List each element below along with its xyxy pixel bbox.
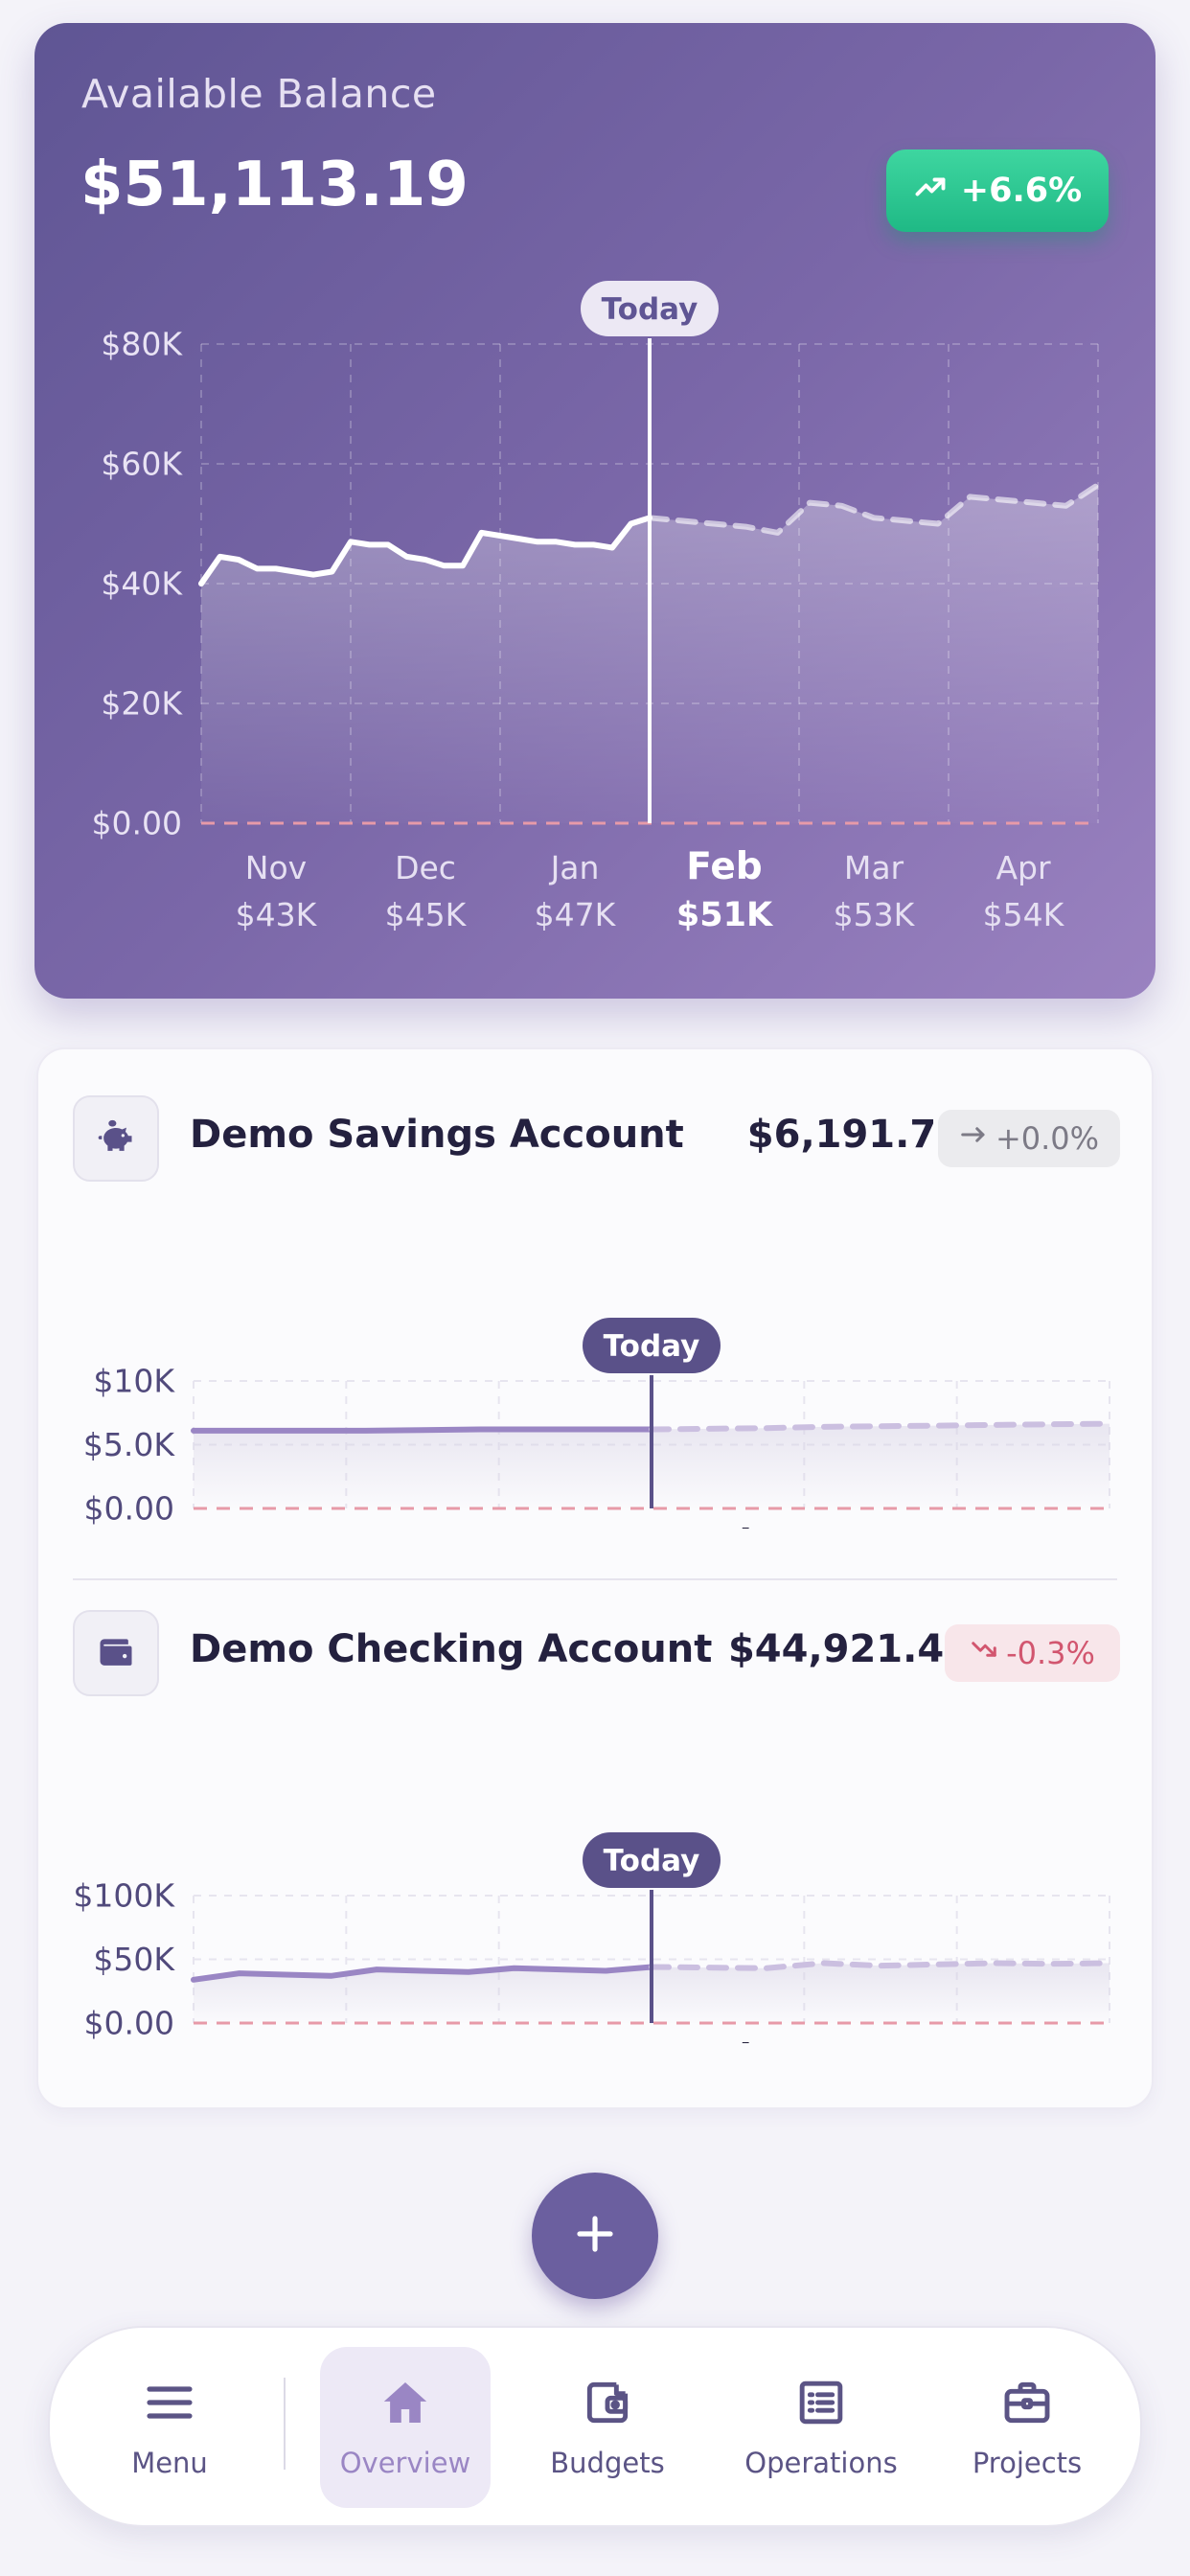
x-tick-label: Apr <box>995 849 1051 886</box>
home-icon <box>383 2382 427 2423</box>
y-tick-label: $5.0K <box>83 1426 175 1463</box>
y-tick-label: $10K <box>93 1363 175 1400</box>
account-name: Demo Savings Account <box>190 1113 684 1157</box>
y-tick-label: $0.00 <box>84 2005 174 2042</box>
nav-item-operations[interactable]: Operations <box>730 2347 912 2508</box>
trending-down-icon <box>970 1635 998 1671</box>
nav-label: Operations <box>744 2447 898 2479</box>
x-tick-label: Mar <box>844 849 904 886</box>
bottom-nav: Menu Overview Budgets Operations Project… <box>48 2326 1142 2527</box>
checking-chart: $0.00$50K$100KTodayNov$37KDec$41KJan$41K… <box>73 1832 1112 2043</box>
x-tick-label: Dec <box>392 2041 453 2043</box>
balance-card: Available Balance $51,113.19 +6.6% $0.00… <box>34 23 1156 999</box>
x-tick-label: Feb <box>686 845 762 888</box>
x-value-label: $47K <box>535 896 617 933</box>
x-tick-label: Jan <box>549 2041 600 2043</box>
wallet-icon <box>73 1610 159 1696</box>
x-tick-label: Apr <box>1006 2041 1062 2043</box>
briefcase-icon <box>1004 2381 1050 2424</box>
x-tick-label: Jan <box>549 849 600 886</box>
account-change-badge: -0.3% <box>945 1624 1120 1682</box>
arrow-right-icon <box>959 1120 988 1157</box>
x-tick-label: Mar <box>851 2041 911 2043</box>
nav-label: Projects <box>972 2447 1083 2479</box>
plus-icon <box>572 2211 618 2261</box>
balance-chart: $0.00 $20K $40K $60K $80K Today Nov $43K Dec $45K… <box>92 281 1101 934</box>
x-value-label: $53K <box>834 896 916 933</box>
today-label: Today <box>604 1844 700 1878</box>
list-icon <box>799 2380 843 2425</box>
accounts-card: Demo Savings Account $6,191.70 +0.0% $0.… <box>36 1047 1154 2109</box>
wallet-icon <box>586 2381 629 2424</box>
y-tick-label: $50K <box>93 1941 175 1978</box>
x-tick-label: Nov <box>239 2041 300 2043</box>
account-change-value: -0.3% <box>1006 1635 1095 1671</box>
x-value-label: $51K <box>676 896 774 934</box>
x-value-label: $43K <box>236 896 318 933</box>
x-value-label: $45K <box>385 896 468 933</box>
y-tick-label: $0.00 <box>84 1490 174 1528</box>
savings-chart: $0.00$5.0K$10KTodayNov$6.1KDec$6.1KJan$6… <box>83 1318 1112 1529</box>
x-tick-label: Nov <box>239 1527 300 1529</box>
x-tick-label: Apr <box>1006 1527 1062 1529</box>
x-tick-label: Mar <box>851 1527 911 1529</box>
x-tick-label: Nov <box>245 849 307 886</box>
nav-item-menu[interactable]: Menu <box>88 2347 251 2508</box>
x-tick-label: Dec <box>392 1527 453 1529</box>
x-tick-label: Feb <box>690 2037 766 2043</box>
piggy-bank-icon <box>73 1095 159 1182</box>
x-tick-label: Dec <box>395 849 456 886</box>
y-tick-label: $40K <box>101 565 183 603</box>
y-tick-label: $0.00 <box>92 805 182 842</box>
x-tick-label: Jan <box>549 1527 600 1529</box>
account-amount: $44,921.49 <box>727 1627 971 1671</box>
nav-label: Budgets <box>550 2447 665 2479</box>
nav-item-projects[interactable]: Projects <box>946 2347 1109 2508</box>
y-tick-label: $80K <box>101 326 183 363</box>
today-label: Today <box>604 1329 700 1364</box>
account-change-badge: +0.0% <box>938 1110 1120 1167</box>
series-line-actual <box>191 1426 654 1434</box>
add-button[interactable] <box>532 2173 658 2299</box>
divider <box>73 1578 1117 1580</box>
nav-label: Menu <box>131 2447 208 2479</box>
y-tick-label: $60K <box>101 446 183 483</box>
account-change-value: +0.0% <box>995 1120 1100 1157</box>
y-tick-label: $20K <box>101 685 183 723</box>
account-amount: $6,191.70 <box>746 1113 963 1157</box>
nav-item-budgets[interactable]: Budgets <box>526 2347 689 2508</box>
nav-item-overview[interactable]: Overview <box>320 2347 491 2508</box>
x-value-label: $54K <box>983 896 1065 933</box>
y-tick-label: $100K <box>73 1877 175 1915</box>
menu-icon <box>147 2386 193 2419</box>
x-tick-label: Feb <box>690 1523 766 1529</box>
nav-divider <box>284 2378 286 2470</box>
today-label: Today <box>602 292 698 327</box>
nav-label: Overview <box>339 2447 471 2479</box>
